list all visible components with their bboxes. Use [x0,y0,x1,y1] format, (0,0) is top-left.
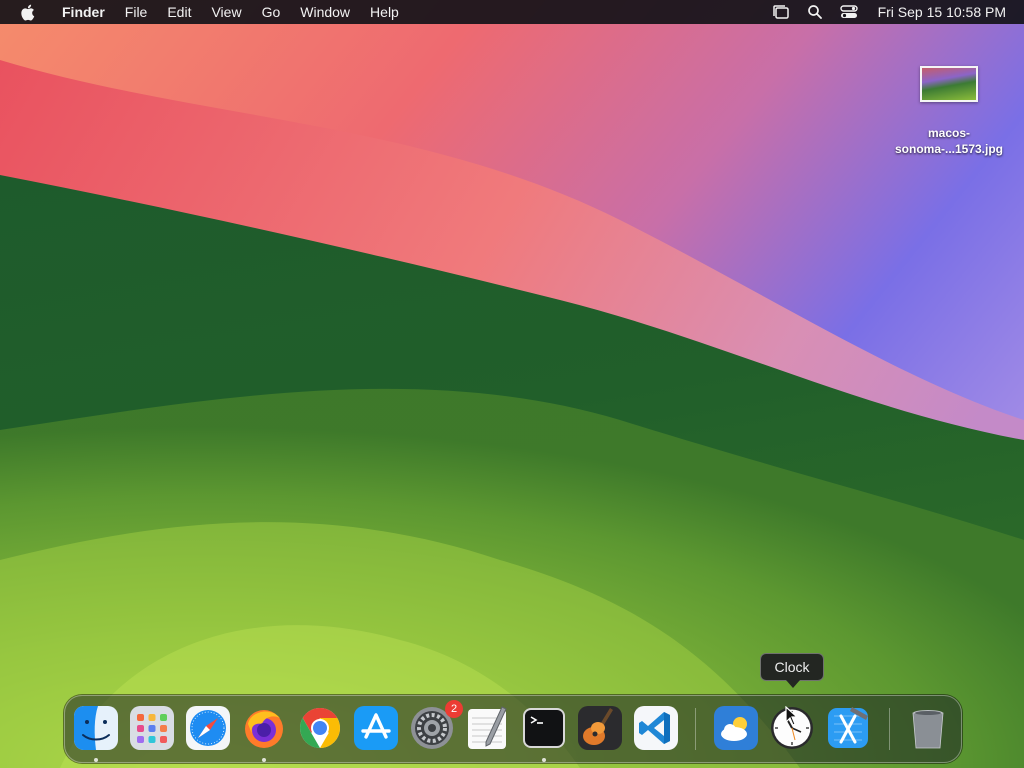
dock-item-weather[interactable] [712,704,760,752]
desktop-wallpaper [0,0,1024,768]
image-thumbnail-icon[interactable] [920,66,978,102]
stage-manager-icon[interactable] [771,2,791,22]
dock-item-trash[interactable] [904,704,952,752]
safari-icon [186,706,230,750]
textedit-icon [468,706,507,749]
apple-menu-icon[interactable] [18,3,36,21]
firefox-icon [245,710,283,748]
menu-app-finder[interactable]: Finder [46,0,115,24]
menu-go[interactable]: Go [252,0,291,24]
garageband-icon [578,706,622,750]
dock-item-textedit[interactable] [464,704,512,752]
running-indicator [262,758,266,762]
menu-window[interactable]: Window [290,0,360,24]
menu-file[interactable]: File [115,0,158,24]
dock-item-app-store[interactable] [352,704,400,752]
running-indicator [542,758,546,762]
dock-item-xcode[interactable] [824,704,872,752]
dock-item-safari[interactable] [184,704,232,752]
dock-item-garageband[interactable] [576,704,624,752]
chrome-icon [300,708,340,748]
trash-icon [912,710,944,749]
mouse-pointer-icon [785,706,799,726]
running-indicator [94,758,98,762]
menu-help[interactable]: Help [360,0,409,24]
weather-icon [714,706,758,750]
desktop-file-label: macos- sonoma-...1573.jpg [892,125,1006,157]
file-label-line2: sonoma-...1573.jpg [894,142,1004,156]
file-label-line1: macos- [927,126,971,140]
dock-item-launchpad[interactable] [128,704,176,752]
control-center-icon[interactable] [839,2,859,22]
menu-view[interactable]: View [201,0,251,24]
dock-divider [889,708,890,750]
vscode-icon [634,706,678,750]
terminal-icon [523,708,565,748]
dock: 2 [64,695,962,763]
dock-item-system-settings[interactable]: 2 [408,700,463,752]
menu-bar: Finder File Edit View Go Window Help Fri… [0,0,1024,24]
dock-item-firefox[interactable] [240,704,288,752]
dock-item-vscode[interactable] [632,704,680,752]
desktop-file-icon[interactable]: macos- sonoma-...1573.jpg [892,64,1006,157]
dock-divider [695,708,696,750]
notification-badge: 2 [445,700,463,718]
launchpad-icon [130,706,174,750]
menu-edit[interactable]: Edit [157,0,201,24]
app-store-icon [354,706,398,750]
dock-item-chrome[interactable] [296,704,344,752]
xcode-icon [828,707,868,748]
menubar-clock[interactable]: Fri Sep 15 10:58 PM [878,4,1006,20]
dock-item-finder[interactable] [72,704,120,752]
dock-item-terminal[interactable] [520,704,568,752]
finder-icon [74,706,118,750]
dock-tooltip: Clock [760,653,824,688]
spotlight-search-icon[interactable] [805,2,825,22]
